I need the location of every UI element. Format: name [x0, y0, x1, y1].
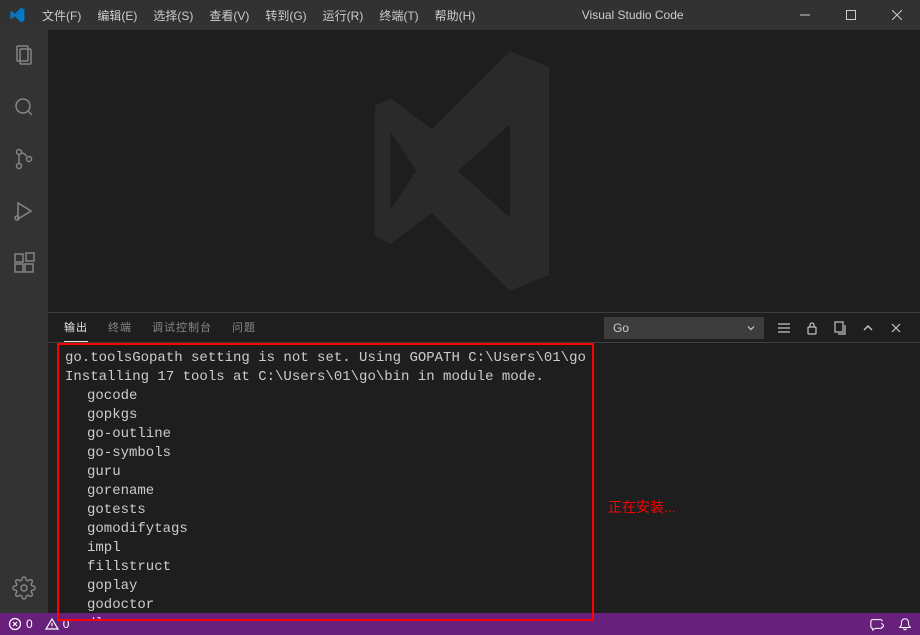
output-channel-value: Go [613, 321, 629, 335]
output-line: Installing 17 tools at C:\Users\01\go\bi… [65, 368, 586, 387]
menu-select[interactable]: 选择(S) [145, 0, 201, 30]
titlebar: 文件(F) 编辑(E) 选择(S) 查看(V) 转到(G) 运行(R) 终端(T… [0, 0, 920, 30]
output-tool-line: go-symbols [65, 444, 586, 463]
search-icon[interactable] [0, 90, 48, 124]
tab-terminal[interactable]: 终端 [108, 313, 132, 342]
menu-goto[interactable]: 转到(G) [257, 0, 314, 30]
open-log-icon[interactable] [832, 320, 848, 336]
menu-edit[interactable]: 编辑(E) [89, 0, 145, 30]
status-bell-icon[interactable] [898, 617, 912, 631]
output-line: go.toolsGopath setting is not set. Using… [65, 349, 586, 368]
menu-run[interactable]: 运行(R) [315, 0, 372, 30]
output-tool-line: go-outline [65, 425, 586, 444]
clear-output-icon[interactable] [776, 320, 792, 336]
chevron-down-icon [745, 322, 757, 334]
settings-gear-icon[interactable] [0, 571, 48, 605]
output-tool-line: gopkgs [65, 406, 586, 425]
explorer-icon[interactable] [0, 38, 48, 72]
window-title: Visual Studio Code [483, 8, 782, 22]
maximize-button[interactable] [828, 0, 874, 30]
menu-help[interactable]: 帮助(H) [427, 0, 484, 30]
menu-terminal[interactable]: 终端(T) [371, 0, 426, 30]
menu-view[interactable]: 查看(V) [201, 0, 257, 30]
installing-annotation: 正在安装... [608, 498, 676, 517]
vscode-logo-icon [0, 7, 34, 23]
output-tool-line: gomodifytags [65, 520, 586, 539]
output-tool-line: dlv [65, 615, 586, 621]
editor-empty-area [48, 30, 920, 312]
output-channel-select[interactable]: Go [604, 317, 764, 339]
menu-file[interactable]: 文件(F) [34, 0, 89, 30]
window-controls [782, 0, 920, 30]
close-panel-icon[interactable] [888, 320, 904, 336]
lock-scroll-icon[interactable] [804, 320, 820, 336]
output-tool-line: fillstruct [65, 558, 586, 577]
status-errors[interactable]: 0 [8, 617, 33, 631]
output-tool-line: godoctor [65, 596, 586, 615]
output-tool-line: gocode [65, 387, 586, 406]
close-button[interactable] [874, 0, 920, 30]
output-highlight-box: go.toolsGopath setting is not set. Using… [57, 343, 594, 621]
output-tool-line: gotests [65, 501, 586, 520]
output-tool-line: gorename [65, 482, 586, 501]
output-tool-line: guru [65, 463, 586, 482]
tab-output[interactable]: 输出 [64, 313, 88, 342]
status-feedback-icon[interactable] [870, 617, 884, 631]
bottom-panel: 输出 终端 调试控制台 问题 Go [48, 312, 920, 613]
menu-bar: 文件(F) 编辑(E) 选择(S) 查看(V) 转到(G) 运行(R) 终端(T… [34, 0, 483, 30]
run-debug-icon[interactable] [0, 194, 48, 228]
maximize-panel-icon[interactable] [860, 320, 876, 336]
extensions-icon[interactable] [0, 246, 48, 280]
output-tool-line: goplay [65, 577, 586, 596]
activity-bar [0, 30, 48, 613]
output-body[interactable]: go.toolsGopath setting is not set. Using… [48, 343, 920, 613]
tab-problems[interactable]: 问题 [232, 313, 256, 342]
output-tool-line: impl [65, 539, 586, 558]
status-errors-count: 0 [26, 617, 33, 631]
minimize-button[interactable] [782, 0, 828, 30]
tab-debug[interactable]: 调试控制台 [152, 313, 212, 342]
source-control-icon[interactable] [0, 142, 48, 176]
